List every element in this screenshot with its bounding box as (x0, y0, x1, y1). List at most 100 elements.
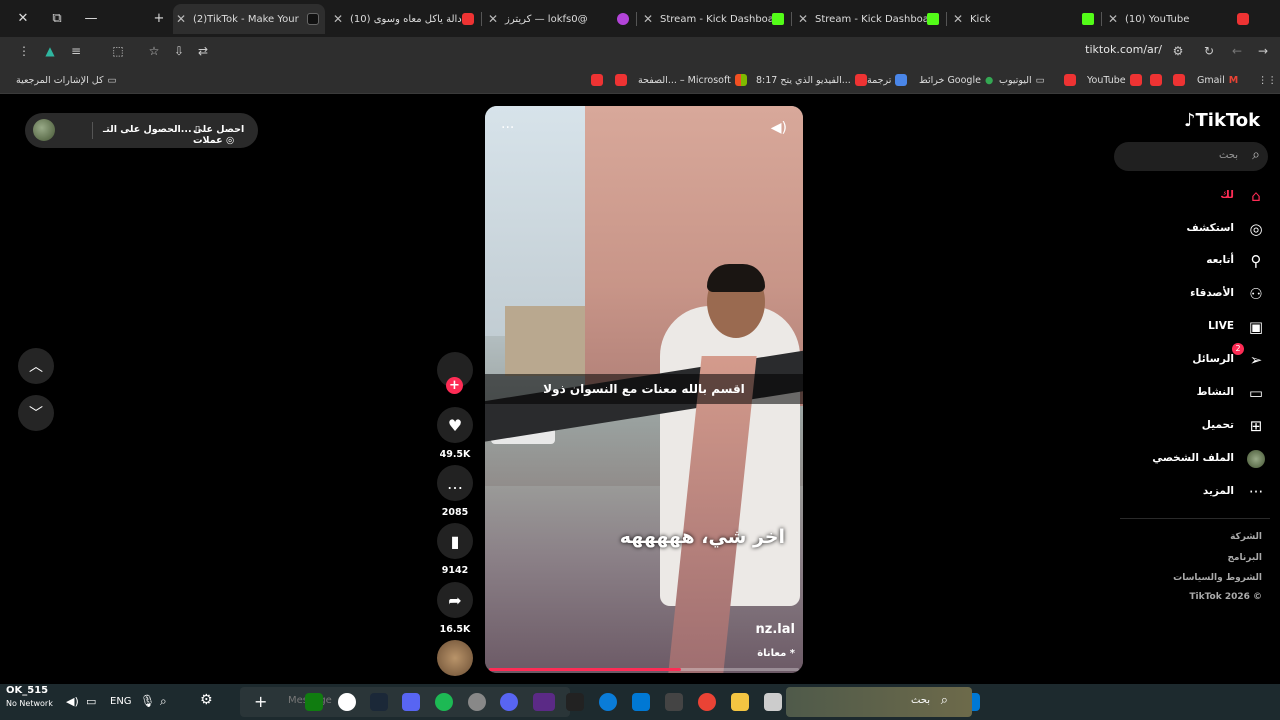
music-disc[interactable] (436, 640, 474, 676)
translate-page-icon[interactable]: ⇄ (195, 43, 211, 59)
extensions-puzzle-icon[interactable]: ⬚ (110, 43, 126, 59)
tab-close-icon[interactable]: ✕ (330, 12, 346, 26)
reload-icon[interactable]: ↻ (1201, 43, 1217, 59)
get-coins-button[interactable]: احصل على عملات ◎ (193, 124, 258, 146)
network-tray-icon[interactable]: ▭ (86, 695, 96, 708)
file-explorer-icon[interactable] (731, 693, 749, 711)
settings-gear-icon[interactable]: ⚙ (200, 692, 213, 708)
tab-title: Kick (970, 13, 991, 25)
menu-icon[interactable]: ⋮ (16, 43, 32, 59)
window-restore-button[interactable]: ⧉ (45, 6, 69, 30)
sidebar-item-explore[interactable]: استكشف ◎ (1150, 218, 1270, 240)
more-options-icon[interactable]: ··· (501, 120, 514, 136)
bookmark-youtube-2[interactable] (615, 73, 627, 87)
footer-link-terms[interactable]: الشروط والسياسات (1173, 573, 1262, 583)
bookmark-youtube-5[interactable] (1173, 73, 1185, 87)
bookmark-star-icon[interactable]: ☆ (146, 43, 162, 59)
steam-icon[interactable] (370, 693, 388, 711)
app-icon[interactable] (402, 693, 420, 711)
tab-kick-profile[interactable]: ✕ كريترز — lokfs0@ (485, 4, 633, 34)
video-author[interactable]: nz.lal (695, 622, 795, 637)
bookmark-youtube-1[interactable] (591, 73, 603, 87)
bookmark-youtube[interactable]: YouTube (1087, 73, 1142, 87)
youtube-favicon-icon (1129, 74, 1142, 86)
whatsapp-icon[interactable] (468, 693, 486, 711)
get-app-button[interactable]: الحصول على التـ... ▯ (103, 124, 200, 135)
bookmark-apps[interactable]: ⋮⋮ (1258, 73, 1277, 87)
save-button[interactable]: ▮ 9142 (436, 523, 474, 576)
tab-kick-dashboard-2[interactable]: ✕ Stream - Kick Dashboard (795, 4, 943, 34)
sidebar-item-more[interactable]: المزيد ··· (1150, 481, 1270, 503)
taskbar-search[interactable]: بحث ⌕ (786, 687, 972, 717)
bookmark-translate[interactable]: ترجمة (867, 73, 908, 87)
sidebar-item-live[interactable]: LIVE ▣ (1150, 316, 1270, 338)
next-video-button[interactable]: ﹀ (18, 395, 54, 431)
mic-icon[interactable]: 🎙 (140, 694, 155, 708)
plus-icon[interactable]: + (254, 692, 267, 711)
store-icon[interactable] (632, 693, 650, 711)
next-app-icon[interactable] (533, 693, 555, 711)
bookmark-youtube-3[interactable] (1064, 73, 1076, 87)
tab-kick-dashboard-1[interactable]: ✕ Stream - Kick Dashboard (640, 4, 788, 34)
volume-tray-icon[interactable]: ◀) (66, 695, 79, 708)
new-tab-button[interactable]: + (147, 6, 171, 30)
address-bar[interactable]: tiktok.com/ar/ (1040, 43, 1162, 59)
app-icon[interactable] (665, 693, 683, 711)
discord-icon[interactable] (500, 693, 518, 711)
tab-kick[interactable]: ✕ Kick (950, 4, 1098, 34)
site-settings-icon[interactable]: ⚙ (1170, 43, 1186, 59)
language-indicator[interactable]: ENG (110, 696, 132, 707)
back-icon[interactable]: → (1255, 43, 1271, 59)
bookmark-microsoft[interactable]: الصفحة... – Microsoft (638, 73, 747, 87)
edge-icon[interactable] (599, 693, 617, 711)
avatar[interactable] (33, 119, 55, 141)
previous-video-button[interactable]: ︿ (18, 348, 54, 384)
sidebar-item-friends[interactable]: الأصدقاء ⚇ (1150, 283, 1270, 305)
xbox-icon[interactable] (305, 693, 323, 711)
reading-list-icon[interactable]: ≡ (68, 43, 84, 59)
comment-button[interactable]: … 2085 (436, 465, 474, 518)
window-minimize-button[interactable]: — (79, 6, 103, 30)
footer-link-company[interactable]: الشركة (1230, 532, 1262, 542)
tab-tiktok[interactable]: ✕ (2)TikTok - Make Your (173, 4, 325, 34)
tiktok-logo[interactable]: ♪TikTok (1184, 110, 1260, 131)
install-app-icon[interactable]: ⇩ (171, 43, 187, 59)
like-button[interactable]: ♥ 49.5K (436, 407, 474, 460)
bookmark-all-folder[interactable]: كل الإشارات المرجعية ▭ (16, 73, 117, 87)
bookmark-youtube-4[interactable] (1150, 73, 1162, 87)
spotify-icon[interactable] (435, 693, 453, 711)
bookmark-maps[interactable]: خرائط Google ● (919, 73, 993, 87)
footer-link-program[interactable]: البرنامج (1227, 553, 1262, 563)
sidebar-item-activity[interactable]: النشاط ▭ (1150, 382, 1270, 404)
sidebar-item-following[interactable]: أتابعه ⚲ (1150, 250, 1270, 272)
tab-close-icon[interactable]: ✕ (485, 12, 501, 26)
app-icon[interactable] (764, 693, 782, 711)
tab-youtube-video[interactable]: ✕ (10) نادالة ياكل معاه وسوى (330, 4, 478, 34)
follow-plus-icon[interactable]: + (446, 377, 463, 394)
window-close-button[interactable]: ✕ (11, 6, 35, 30)
sidebar-item-for-you[interactable]: لك ⌂ (1150, 185, 1270, 207)
video-progress-bar[interactable] (489, 668, 799, 671)
share-button[interactable]: ➦ 16.5K (436, 582, 474, 635)
tab-close-icon[interactable]: ✕ (950, 12, 966, 26)
tab-youtube[interactable]: ✕ (10) YouTube (1105, 4, 1253, 34)
extension-icon[interactable]: ▲ (42, 43, 58, 59)
tab-close-icon[interactable]: ✕ (795, 12, 811, 26)
bookmark-gmail[interactable]: Gmail M (1197, 73, 1238, 87)
forward-icon[interactable]: ← (1229, 43, 1245, 59)
bookmark-youtube-folder[interactable]: اليوتيوب ▭ (999, 73, 1045, 87)
tab-close-icon[interactable]: ✕ (640, 12, 656, 26)
video-player[interactable]: اقسم بالله معنات مع النسوان ذولا اخر شي،… (485, 106, 803, 673)
sidebar-item-upload[interactable]: تحميل ⊞ (1150, 415, 1270, 437)
volume-icon[interactable]: ◀) (771, 120, 787, 136)
chrome-icon[interactable] (698, 693, 716, 711)
tab-close-icon[interactable]: ✕ (1105, 12, 1121, 26)
tab-close-icon[interactable]: ✕ (173, 12, 189, 26)
app-icon[interactable] (566, 693, 584, 711)
sidebar-item-messages[interactable]: الرسائل 2 ➢ (1150, 343, 1270, 371)
search-tray-icon[interactable]: ⌕ (160, 694, 167, 709)
bookmark-video[interactable]: 8:17 الفيديو الذي يتح... (756, 73, 867, 87)
sidebar-item-profile[interactable]: الملف الشخصي (1150, 448, 1270, 470)
search-input[interactable]: بحث ⌕ (1114, 142, 1268, 171)
obs-icon[interactable] (338, 693, 356, 711)
